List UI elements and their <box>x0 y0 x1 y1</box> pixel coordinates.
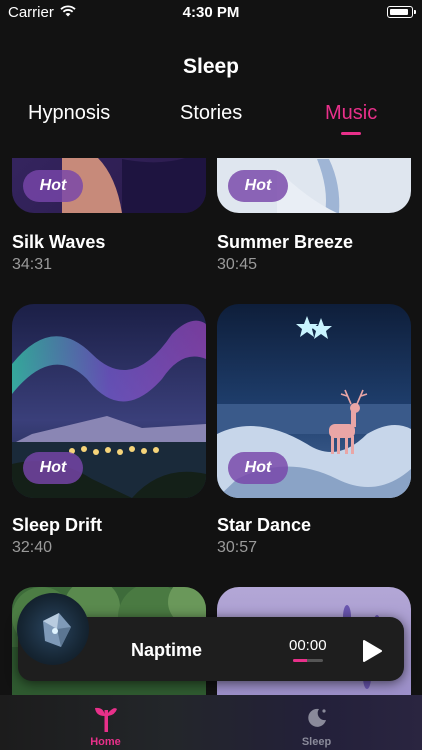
tab-hypnosis[interactable]: Hypnosis <box>28 102 110 125</box>
card-title: Star Dance <box>217 515 312 535</box>
player-artwork[interactable] <box>17 593 89 665</box>
battery-icon <box>387 6 416 18</box>
tabbar-label: Sleep <box>301 736 332 748</box>
crystal-icon <box>43 613 71 647</box>
hot-badge: Hot <box>228 170 288 202</box>
status-bar: Carrier 4:30 PM <box>0 0 422 24</box>
status-time: 4:30 PM <box>182 4 240 21</box>
active-tab-indicator <box>341 132 361 135</box>
tabbar-label: Home <box>90 736 121 748</box>
sprout-icon <box>95 707 117 732</box>
moon-icon <box>308 708 326 727</box>
hot-badge: Hot <box>228 452 288 484</box>
hot-badge: Hot <box>23 452 83 484</box>
tabbar-item-home[interactable]: Home <box>0 695 211 750</box>
tabbar-item-sleep[interactable]: Sleep <box>211 695 422 750</box>
hot-badge: Hot <box>23 170 83 202</box>
play-icon[interactable] <box>358 638 384 664</box>
player-progress-bar[interactable] <box>293 659 323 662</box>
bottom-tab-bar: Home Sleep <box>0 695 422 750</box>
player-time: 00:00 <box>289 637 327 654</box>
card-duration: 34:31 <box>12 256 53 273</box>
card-title: Sleep Drift <box>12 515 103 535</box>
tab-stories[interactable]: Stories <box>180 102 242 125</box>
card-duration: 30:57 <box>217 539 258 556</box>
page-title: Sleep <box>182 55 240 78</box>
card-title: Summer Breeze <box>217 232 354 252</box>
card-duration: 30:45 <box>217 256 258 273</box>
player-track-title: Naptime <box>131 640 203 660</box>
tab-music[interactable]: Music <box>325 102 377 125</box>
card-duration: 32:40 <box>12 539 53 556</box>
card-title: Silk Waves <box>12 232 106 252</box>
